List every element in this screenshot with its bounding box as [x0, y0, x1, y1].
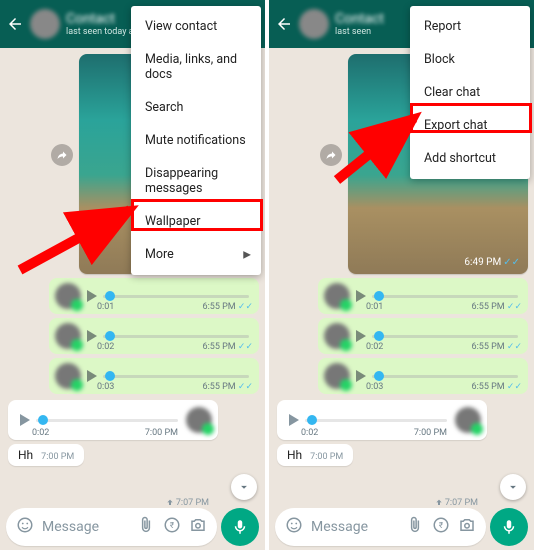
header-text[interactable]: Contact last seen: [335, 11, 384, 37]
back-icon[interactable]: [6, 15, 24, 33]
emoji-icon[interactable]: [285, 516, 303, 538]
voice-message-out[interactable]: 0:01 6:55 PM ✓✓: [49, 278, 259, 314]
voice-message-out[interactable]: 0:01 6:55 PM ✓✓: [318, 278, 528, 314]
attach-icon[interactable]: [406, 516, 424, 538]
message-body: Hh: [18, 448, 33, 462]
forward-icon[interactable]: [320, 144, 342, 166]
options-menu: View contact Media, links, and docs Sear…: [131, 6, 261, 275]
phone-right: Contact last seen 6:49 PM✓✓ 0:01 6:55 PM…: [269, 0, 534, 550]
image-timestamp: 6:49 PM✓✓: [464, 257, 520, 268]
message-placeholder: Message: [42, 519, 129, 535]
seek-track[interactable]: [103, 295, 249, 298]
menu-more[interactable]: More▶: [131, 238, 261, 271]
menu-block[interactable]: Block: [410, 43, 530, 76]
voice-message-out[interactable]: 0:03 6:55 PM ✓✓: [318, 358, 528, 394]
svg-text:₹: ₹: [170, 521, 175, 531]
menu-clear-chat[interactable]: Clear chat: [410, 76, 530, 109]
avatar[interactable]: [30, 9, 60, 39]
message-input[interactable]: Message ₹: [275, 508, 486, 546]
voice-timestamp: 6:55 PM ✓✓: [203, 302, 253, 312]
voice-message-in[interactable]: 0:02 7:00 PM: [277, 400, 487, 440]
input-bar: 7:07 PM Message ₹: [0, 504, 265, 550]
seek-track[interactable]: [36, 419, 178, 422]
scroll-down-button[interactable]: [500, 474, 526, 500]
voice-message-in[interactable]: 0:02 7:00 PM: [8, 400, 218, 440]
menu-export-chat[interactable]: Export chat: [410, 109, 530, 142]
play-icon[interactable]: [356, 370, 366, 382]
mic-badge-icon: [71, 299, 83, 311]
menu-report[interactable]: Report: [410, 10, 530, 43]
text-message-in[interactable]: Hh 7:00 PM: [8, 444, 84, 466]
forward-icon[interactable]: [51, 144, 73, 166]
delivered-indicator: 7:07 PM: [435, 498, 478, 508]
voice-message-out[interactable]: 0:02 6:55 PM ✓✓: [318, 318, 528, 354]
menu-mute[interactable]: Mute notifications: [131, 124, 261, 157]
message-input[interactable]: Message ₹: [6, 508, 217, 546]
play-icon[interactable]: [356, 330, 366, 342]
scroll-down-button[interactable]: [231, 474, 257, 500]
last-seen: last seen: [335, 27, 384, 37]
voice-avatar: [55, 323, 81, 349]
rupee-icon[interactable]: ₹: [163, 516, 181, 538]
back-icon[interactable]: [275, 15, 293, 33]
avatar[interactable]: [299, 9, 329, 39]
camera-icon[interactable]: [189, 516, 207, 538]
mic-button[interactable]: [221, 508, 259, 546]
play-icon[interactable]: [87, 330, 97, 342]
seek-track[interactable]: [103, 335, 249, 338]
play-icon[interactable]: [20, 414, 30, 426]
voice-avatar: [186, 407, 212, 433]
input-bar: 7:07 PM Message ₹: [269, 504, 534, 550]
play-icon[interactable]: [87, 370, 97, 382]
play-icon[interactable]: [87, 290, 97, 302]
phone-left: Contact last seen today at 5:16 6:49 PM✓…: [0, 0, 265, 550]
options-submenu: Report Block Clear chat Export chat Add …: [410, 6, 530, 179]
chevron-right-icon: ▶: [243, 249, 251, 260]
message-time: 7:00 PM: [41, 452, 74, 462]
delivered-indicator: 7:07 PM: [166, 498, 209, 508]
voice-message-out[interactable]: 0:03 6:55 PM ✓✓: [49, 358, 259, 394]
seek-track[interactable]: [103, 375, 249, 378]
menu-wallpaper[interactable]: Wallpaper: [131, 205, 261, 238]
contact-name: Contact: [335, 11, 384, 27]
play-icon[interactable]: [289, 414, 299, 426]
voice-avatar: [55, 283, 81, 309]
camera-icon[interactable]: [458, 516, 476, 538]
menu-search[interactable]: Search: [131, 91, 261, 124]
menu-disappearing[interactable]: Disappearing messages: [131, 157, 261, 205]
text-message-in[interactable]: Hh 7:00 PM: [277, 444, 353, 466]
voice-avatar: [55, 363, 81, 389]
emoji-icon[interactable]: [16, 516, 34, 538]
play-icon[interactable]: [356, 290, 366, 302]
menu-media[interactable]: Media, links, and docs: [131, 43, 261, 91]
voice-duration: 0:01: [97, 302, 114, 312]
rupee-icon[interactable]: ₹: [432, 516, 450, 538]
menu-view-contact[interactable]: View contact: [131, 10, 261, 43]
voice-message-out[interactable]: 0:02 6:55 PM ✓✓: [49, 318, 259, 354]
menu-add-shortcut[interactable]: Add shortcut: [410, 142, 530, 175]
mic-button[interactable]: [490, 508, 528, 546]
attach-icon[interactable]: [137, 516, 155, 538]
svg-text:₹: ₹: [439, 521, 444, 531]
